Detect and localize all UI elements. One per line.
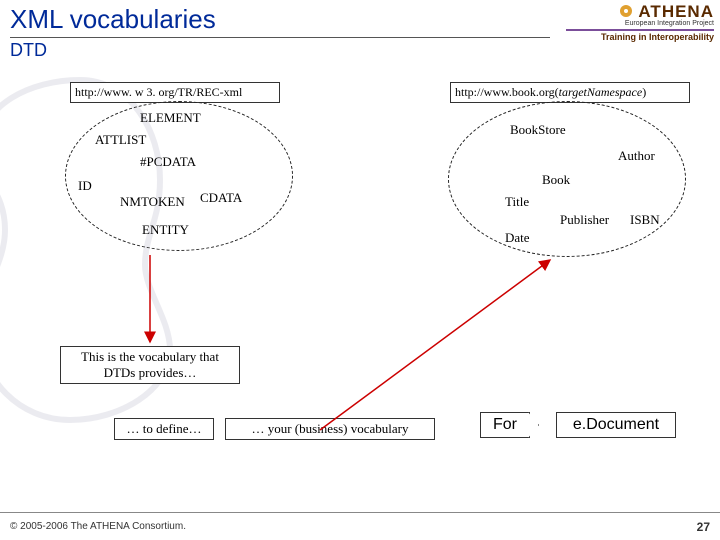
- brand-subtext: European Integration Project: [566, 20, 714, 27]
- caption-to-define: … to define…: [114, 418, 214, 440]
- brand-tagline: Training in Interoperability: [566, 32, 714, 42]
- term-attlist: ATTLIST: [95, 132, 146, 148]
- url-right-pre: http://www.book.org(: [455, 85, 559, 99]
- copyright-text: © 2005-2006 The ATHENA Consortium.: [10, 521, 186, 532]
- arrow-biz-to-ellipse: [320, 260, 550, 430]
- page-number: 27: [697, 520, 710, 534]
- tag-edocument: e.Document: [556, 412, 676, 438]
- caption-business-vocab: … your (business) vocabulary: [225, 418, 435, 440]
- slide-subtitle: DTD: [10, 40, 550, 61]
- term-element: ELEMENT: [140, 110, 201, 126]
- caption-dtd-line2: DTDs provides…: [67, 365, 233, 381]
- slide-header: XML vocabularies DTD ATHENA European Int…: [0, 0, 720, 60]
- tag-for: For: [480, 412, 530, 438]
- term-title: Title: [505, 194, 529, 210]
- term-nmtoken: NMTOKEN: [120, 194, 185, 210]
- term-author: Author: [618, 148, 655, 164]
- term-book: Book: [542, 172, 570, 188]
- star-icon: [618, 3, 634, 19]
- caption-dtd-line1: This is the vocabulary that: [67, 349, 233, 365]
- term-pcdata: #PCDATA: [140, 154, 196, 170]
- term-date: Date: [505, 230, 530, 246]
- term-publisher: Publisher: [560, 212, 609, 228]
- term-bookstore: BookStore: [510, 122, 566, 138]
- brand-logo-block: ATHENA European Integration Project Trai…: [560, 0, 720, 60]
- term-isbn: ISBN: [630, 212, 660, 228]
- url-right-em: targetNamespace: [559, 85, 643, 99]
- caption-dtd-vocab: This is the vocabulary that DTDs provide…: [60, 346, 240, 384]
- slide-footer: © 2005-2006 The ATHENA Consortium. 27: [0, 512, 720, 540]
- url-box-w3c: http://www. w 3. org/TR/REC-xml: [70, 82, 280, 103]
- url-box-book: http://www.book.org(targetNamespace): [450, 82, 690, 103]
- url-right-close: ): [642, 85, 646, 99]
- brand-name: ATHENA: [638, 2, 714, 21]
- term-entity: ENTITY: [142, 222, 189, 238]
- term-cdata: CDATA: [200, 190, 242, 206]
- term-id: ID: [78, 178, 92, 194]
- diagram-canvas: http://www. w 3. org/TR/REC-xml http://w…: [0, 60, 720, 512]
- slide-title: XML vocabularies: [10, 4, 550, 38]
